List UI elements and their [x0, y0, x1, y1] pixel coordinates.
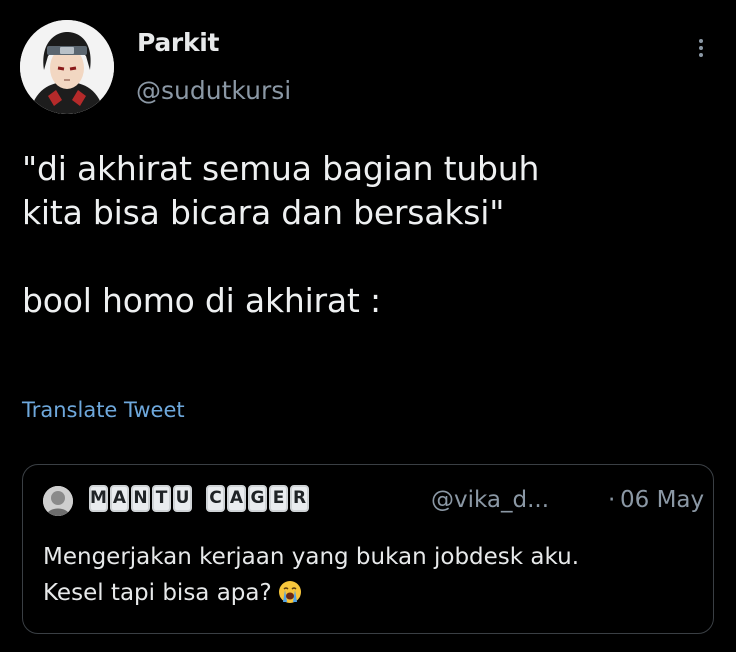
name-letter-box: C [206, 485, 225, 512]
name-letter-box: R [290, 485, 309, 512]
name-letter-gap [194, 485, 204, 512]
translate-tweet-link[interactable]: Translate Tweet [22, 398, 185, 422]
name-letter-box: A [110, 485, 129, 512]
display-name[interactable]: Parkit [137, 28, 220, 57]
name-letter-box: M [89, 485, 108, 512]
separator-dot: · [608, 487, 616, 513]
name-letter-box: N [131, 485, 150, 512]
name-letter-box: U [173, 485, 192, 512]
name-letter-box: T [152, 485, 171, 512]
name-letter-box: E [269, 485, 288, 512]
quoted-text-content: Mengerjakan kerjaan yang bukan jobdesk a… [43, 544, 580, 606]
tweet[interactable]: Parkit @sudutkursi "di akhirat semua bag… [0, 0, 736, 652]
quoted-tweet[interactable]: MANTUCAGER @vika_d... · 06 May Mengerjak… [22, 464, 714, 634]
more-vertical-icon[interactable] [693, 36, 709, 60]
quoted-avatar[interactable] [43, 486, 73, 516]
quoted-date[interactable]: 06 May [620, 487, 704, 513]
quoted-display-name[interactable]: MANTUCAGER [89, 485, 309, 512]
crying-face-emoji-icon [278, 579, 302, 603]
tweet-text: "di akhirat semua bagian tubuh kita bisa… [22, 149, 540, 320]
user-handle[interactable]: @sudutkursi [136, 76, 291, 105]
avatar[interactable] [20, 20, 114, 114]
quoted-text: Mengerjakan kerjaan yang bukan jobdesk a… [43, 539, 703, 611]
quoted-handle[interactable]: @vika_d... [431, 487, 549, 513]
name-letter-box: A [227, 485, 246, 512]
name-letter-box: G [248, 485, 267, 512]
